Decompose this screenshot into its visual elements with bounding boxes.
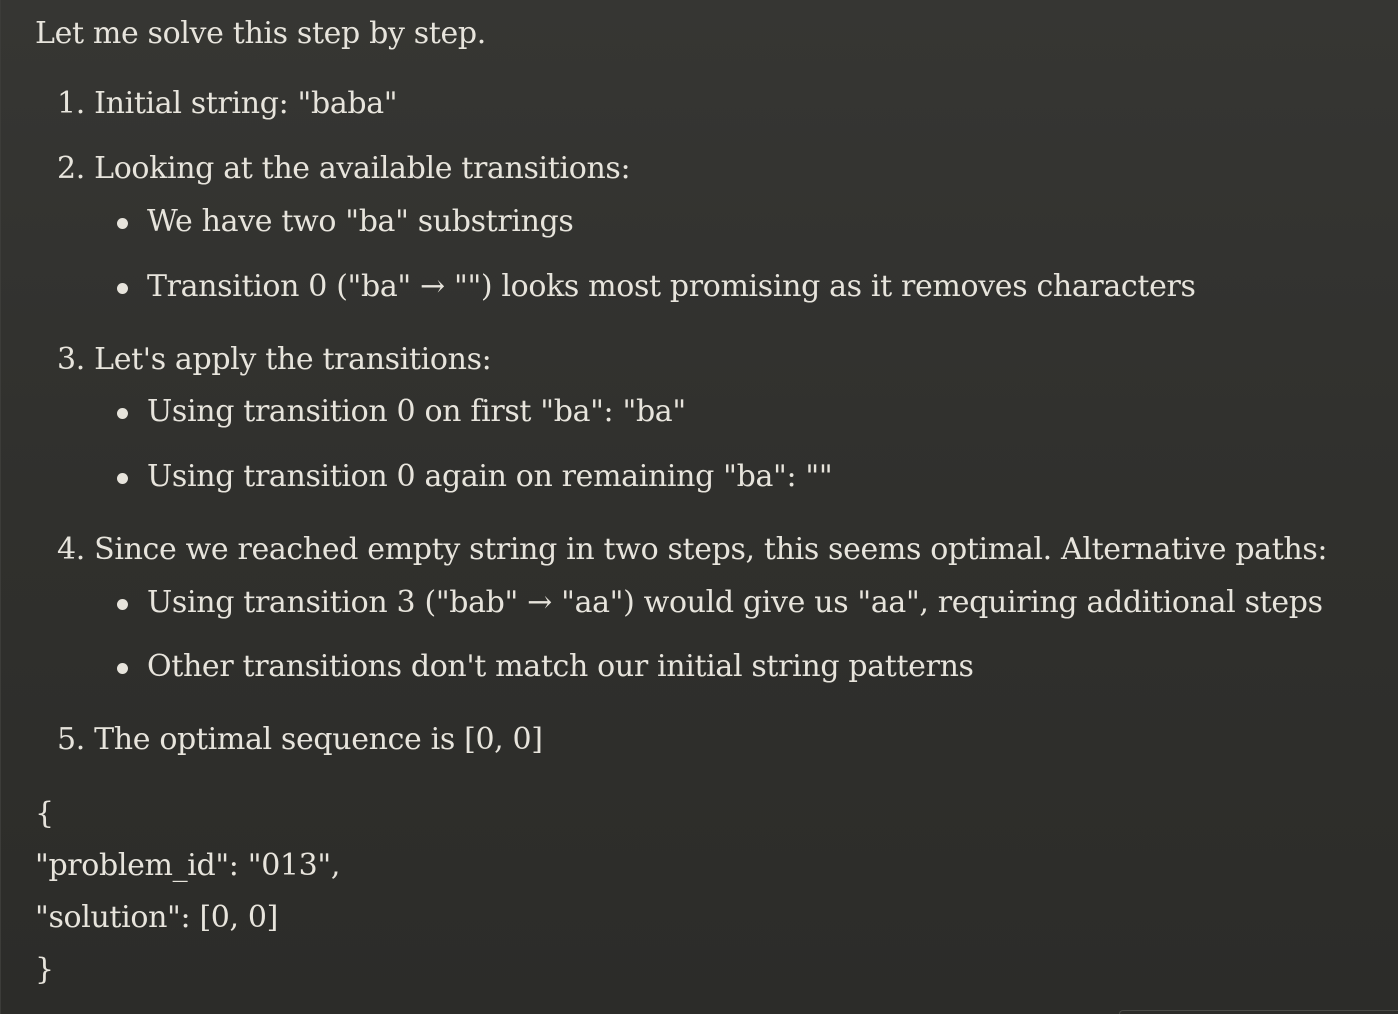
step-number: 5. [57, 722, 85, 757]
step-4: 4. Since we reached empty string in two … [57, 530, 1328, 569]
json-solution-line: "solution": [0, 0] [35, 900, 279, 935]
json-close-brace: } [35, 952, 54, 987]
step-text: Initial string: "baba" [94, 86, 398, 121]
step-3: 3. Let's apply the transitions: [57, 340, 492, 379]
chat-message-panel: Let me solve this step by step. 1. Initi… [0, 0, 1398, 1014]
list-item: We have two "ba" substrings [117, 202, 574, 241]
list-item: Other transitions don't match our initia… [117, 647, 974, 686]
bullet-text: We have two "ba" substrings [147, 204, 574, 239]
step-number: 3. [57, 342, 85, 377]
bullet-text: Using transition 3 ("bab" → "aa") would … [147, 585, 1323, 620]
bullet-icon [117, 473, 128, 484]
bullet-icon [117, 408, 128, 419]
step-number: 2. [57, 151, 85, 186]
list-item: Transition 0 ("ba" → "") looks most prom… [117, 267, 1196, 306]
step-text: Since we reached empty string in two ste… [94, 532, 1328, 567]
intro-text: Let me solve this step by step. [35, 16, 486, 51]
step-text: Looking at the available transitions: [94, 151, 631, 186]
list-item: Using transition 0 on first "ba": "ba" [117, 392, 686, 431]
step-text: The optimal sequence is [0, 0] [94, 722, 543, 757]
json-problem-id-line: "problem_id": "013", [35, 848, 341, 883]
bullet-text: Other transitions don't match our initia… [147, 649, 974, 684]
bullet-text: Using transition 0 again on remaining "b… [147, 459, 833, 494]
step-text: Let's apply the transitions: [94, 342, 492, 377]
step-number: 4. [57, 532, 85, 567]
list-item: Using transition 3 ("bab" → "aa") would … [117, 583, 1323, 622]
input-box-edge [1119, 1010, 1398, 1014]
bullet-icon [117, 218, 128, 229]
step-5: 5. The optimal sequence is [0, 0] [57, 720, 543, 759]
list-item: Using transition 0 again on remaining "b… [117, 457, 833, 496]
step-1: 1. Initial string: "baba" [57, 84, 398, 123]
step-number: 1. [57, 86, 85, 121]
bullet-text: Transition 0 ("ba" → "") looks most prom… [147, 269, 1196, 304]
step-2: 2. Looking at the available transitions: [57, 149, 631, 188]
bullet-icon [117, 599, 128, 610]
bullet-icon [117, 663, 128, 674]
bullet-text: Using transition 0 on first "ba": "ba" [147, 394, 686, 429]
bullet-icon [117, 283, 128, 294]
json-open-brace: { [35, 796, 54, 831]
